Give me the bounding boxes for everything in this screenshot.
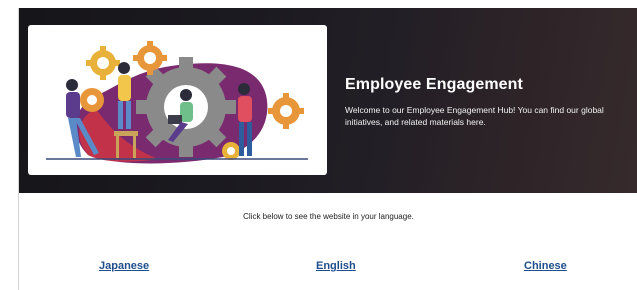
hero-description: Welcome to our Employee Engagement Hub! … xyxy=(345,105,604,127)
hero-title: Employee Engagement xyxy=(345,76,523,93)
language-link-english[interactable]: English xyxy=(316,260,356,272)
teamwork-gears-illustration xyxy=(46,41,308,164)
page-frame: Employee Engagement Welcome to our Emplo… xyxy=(18,8,637,290)
language-instruction: Click below to see the website in your l… xyxy=(243,212,414,221)
hero-illustration-card xyxy=(28,25,327,175)
hero-banner: Employee Engagement Welcome to our Emplo… xyxy=(19,8,637,193)
language-link-chinese[interactable]: Chinese xyxy=(524,260,567,272)
language-link-japanese[interactable]: Japanese xyxy=(99,260,149,272)
